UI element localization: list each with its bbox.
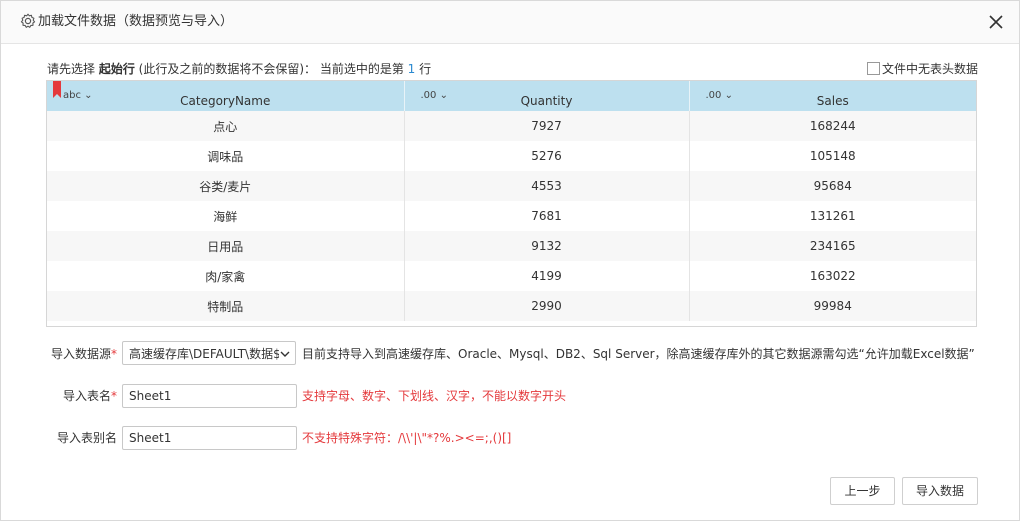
column-type-selector[interactable]: abc ⌄ [63, 90, 93, 101]
table-name-note: 支持字母、数字、下划线、汉字，不能以数字开头 [302, 389, 567, 403]
column-header-sales[interactable]: .00 ⌄ Sales [689, 81, 976, 111]
column-header-quantity[interactable]: .00 ⌄ Quantity [404, 81, 690, 111]
source-note: 目前支持导入到高速缓存库、Oracle、Mysql、DB2、Sql Server… [302, 347, 975, 361]
table-name-label: 导入表名* [62, 389, 117, 403]
import-data-button[interactable]: 导入数据 [902, 477, 978, 505]
start-row-term: 起始行 [98, 62, 135, 76]
data-source-select[interactable]: 高速缓存库\DEFAULT\数据$ [122, 341, 296, 365]
required-mark: * [111, 389, 117, 403]
start-row-hint: 请先选择 起始行 (此行及之前的数据将不会保留)： 当前选中的是第 1 行 [47, 62, 432, 76]
table-alias-note: 不支持特殊字符：/\\'|\"*?%.><=;,()[] [302, 431, 512, 445]
no-header-label: 文件中无表头数据 [882, 62, 979, 76]
table-row[interactable]: 点心 7927 168244 [47, 111, 976, 141]
column-type-selector[interactable]: .00 ⌄ [421, 90, 448, 101]
chevron-down-icon [280, 351, 290, 357]
preview-table: abc ⌄ CategoryName .00 ⌄ Quantity .00 ⌄ … [47, 81, 976, 321]
start-row-flag-icon [53, 81, 61, 98]
data-source-value: 高速缓存库\DEFAULT\数据$ [129, 347, 279, 361]
table-row[interactable]: 谷类/麦片 4553 95684 [47, 171, 976, 201]
data-preview-grid: abc ⌄ CategoryName .00 ⌄ Quantity .00 ⌄ … [46, 80, 977, 327]
table-row[interactable]: 肉/家禽 4199 163022 [47, 261, 976, 291]
required-mark: * [111, 347, 117, 361]
table-row[interactable]: 特制品 2990 99984 [47, 291, 976, 321]
table-alias-input[interactable]: Sheet1 [122, 426, 297, 450]
no-header-checkbox[interactable]: 文件中无表头数据 [867, 61, 978, 77]
close-icon[interactable] [987, 13, 1005, 31]
gear-icon [20, 13, 36, 28]
checkbox-box[interactable] [867, 62, 880, 75]
header-row: abc ⌄ CategoryName .00 ⌄ Quantity .00 ⌄ … [47, 81, 976, 111]
column-header-categoryname[interactable]: abc ⌄ CategoryName [47, 81, 405, 111]
table-row[interactable]: 日用品 9132 234165 [47, 231, 976, 261]
table-alias-label: 导入表别名 [56, 431, 117, 445]
dialog-title: 加载文件数据（数据预览与导入） [38, 14, 234, 29]
source-label: 导入数据源* [50, 347, 117, 361]
dialog-titlebar: 加载文件数据（数据预览与导入） [1, 1, 1019, 44]
column-type-selector[interactable]: .00 ⌄ [706, 90, 733, 101]
table-row[interactable]: 调味品 5276 105148 [47, 141, 976, 171]
load-file-dialog: 加载文件数据（数据预览与导入） 请先选择 起始行 (此行及之前的数据将不会保留)… [0, 0, 1020, 521]
previous-step-button[interactable]: 上一步 [830, 477, 895, 505]
table-name-input[interactable]: Sheet1 [122, 384, 297, 408]
table-row[interactable]: 海鲜 7681 131261 [47, 201, 976, 231]
